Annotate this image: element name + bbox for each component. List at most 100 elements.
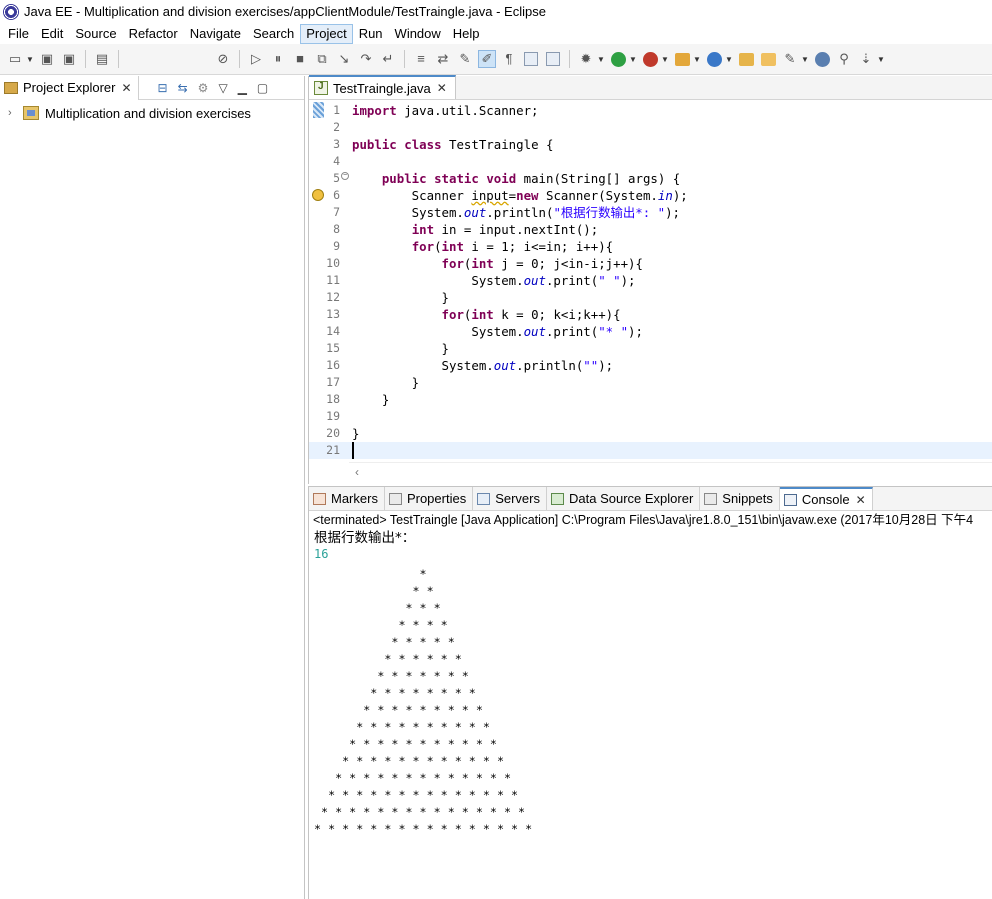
tree-item-project[interactable]: › Multiplication and division exercises — [8, 104, 304, 122]
tab-editor-label: TestTraingle.java — [333, 80, 431, 96]
code-text: public class TestTraingle { — [352, 137, 554, 152]
pin-icon[interactable]: ✎ — [456, 50, 474, 68]
open-console-icon[interactable]: ▤ — [93, 50, 111, 68]
globe-icon[interactable] — [813, 50, 831, 68]
menu-source[interactable]: Source — [69, 24, 122, 44]
console-input-value: 16 — [314, 547, 329, 561]
word-wrap-icon[interactable] — [544, 50, 562, 68]
toggle-mark-icon[interactable]: ⇄ — [434, 50, 452, 68]
code-line: 20} — [309, 425, 992, 442]
close-icon[interactable]: ✕ — [121, 81, 131, 95]
code-line: 9 for(int i = 1; i<=in; i++){ — [309, 238, 992, 255]
code-line: 14 System.out.print("* "); — [309, 323, 992, 340]
external-tools-dropdown-icon[interactable]: ▼ — [693, 55, 701, 64]
menu-project[interactable]: Project — [300, 23, 353, 44]
highlight-toggle-icon[interactable]: ✐ — [478, 50, 496, 68]
line-number: 3 — [333, 137, 340, 151]
search-tool-icon[interactable]: ✎ — [781, 50, 799, 68]
new-server-dropdown-icon[interactable]: ▼ — [725, 55, 733, 64]
run-icon[interactable] — [609, 50, 627, 68]
debug-dropdown-icon[interactable]: ▼ — [597, 55, 605, 64]
code-line: 15 } — [309, 340, 992, 357]
project-explorer-icon — [4, 81, 18, 94]
menu-navigate[interactable]: Navigate — [184, 24, 247, 44]
menu-run[interactable]: Run — [353, 24, 389, 44]
menu-file[interactable]: File — [2, 24, 35, 44]
data-source-icon — [551, 492, 564, 505]
tab-snippets[interactable]: Snippets — [700, 487, 780, 510]
code-text: for(int j = 0; j<in-i;j++){ — [441, 256, 643, 271]
java-project-icon — [23, 106, 39, 120]
save-icon[interactable]: ▣ — [38, 50, 56, 68]
tab-data-source-explorer[interactable]: Data Source Explorer — [547, 487, 701, 510]
view-menu-icon[interactable]: ▽ — [218, 81, 227, 95]
tab-console[interactable]: Console ✕ — [779, 487, 873, 510]
line-number: 20 — [326, 426, 340, 440]
debug-icon[interactable]: ✹ — [577, 50, 595, 68]
collapse-all-icon[interactable]: ⊟ — [158, 81, 168, 95]
tab-project-explorer-label: Project Explorer — [23, 80, 116, 95]
code-text-area[interactable]: − 1 import java.util.Scanner; 2 3 public c… — [309, 102, 992, 462]
search-tool-dropdown-icon[interactable]: ▼ — [801, 55, 809, 64]
open-type-icon[interactable] — [737, 50, 755, 68]
code-line: 6 Scanner input=new Scanner(System.in); — [309, 187, 992, 204]
menu-refactor[interactable]: Refactor — [123, 24, 184, 44]
suspend-icon[interactable]: ⏸ — [269, 50, 287, 68]
tab-servers[interactable]: Servers — [473, 487, 547, 510]
menu-help[interactable]: Help — [447, 24, 486, 44]
code-text: } — [352, 290, 449, 305]
maximize-icon[interactable]: ▢ — [257, 81, 268, 95]
link-icon[interactable]: ⚲ — [835, 50, 853, 68]
code-line: 12 } — [309, 289, 992, 306]
menu-window[interactable]: Window — [389, 24, 447, 44]
link-with-editor-icon[interactable]: ⇆ — [178, 81, 188, 95]
open-folder-icon[interactable] — [759, 50, 777, 68]
show-whitespace-icon[interactable]: ¶ — [500, 50, 518, 68]
run-dropdown-icon[interactable]: ▼ — [629, 55, 637, 64]
chevron-right-icon[interactable]: › — [8, 107, 18, 119]
block-selection-icon[interactable] — [522, 50, 540, 68]
tab-markers[interactable]: Markers — [309, 487, 385, 510]
line-number: 13 — [326, 307, 340, 321]
new-dropdown-icon[interactable]: ▼ — [26, 55, 34, 64]
new-icon[interactable]: ▭ — [6, 50, 24, 68]
run-server-icon[interactable] — [641, 50, 659, 68]
line-number: 4 — [333, 154, 340, 168]
close-icon[interactable]: ✕ — [437, 81, 447, 95]
code-text: int in = input.nextInt(); — [411, 222, 599, 237]
code-text: } — [352, 375, 420, 390]
filters-icon[interactable]: ⚙ — [198, 81, 209, 95]
minimize-icon[interactable]: ▁ — [238, 81, 247, 95]
close-icon[interactable]: ✕ — [856, 493, 866, 507]
code-text: public static void main(String[] args) { — [381, 171, 681, 186]
skip-breakpoints-icon[interactable]: ⊘ — [214, 50, 232, 68]
resume-icon[interactable]: ▷ — [247, 50, 265, 68]
external-tools-icon[interactable] — [673, 50, 691, 68]
tab-testtraingle-java[interactable]: TestTraingle.java ✕ — [309, 75, 456, 99]
menu-edit[interactable]: Edit — [35, 24, 69, 44]
step-return-icon[interactable]: ↵ — [379, 50, 397, 68]
new-server-icon[interactable] — [705, 50, 723, 68]
menu-search[interactable]: Search — [247, 24, 300, 44]
code-line-current: 21 — [309, 442, 992, 459]
run-server-dropdown-icon[interactable]: ▼ — [661, 55, 669, 64]
terminate-icon[interactable]: ■ — [291, 50, 309, 68]
save-all-icon[interactable]: ▣ — [60, 50, 78, 68]
tab-properties[interactable]: Properties — [385, 487, 474, 510]
horizontal-scrollbar[interactable]: ‹ — [349, 462, 992, 482]
next-edit-dropdown-icon[interactable]: ▼ — [877, 55, 885, 64]
next-annotation-icon[interactable]: ≡ — [412, 50, 430, 68]
next-edit-icon[interactable]: ⇣ — [857, 50, 875, 68]
step-over-icon[interactable]: ↷ — [357, 50, 375, 68]
code-text: System.out.println("根据行数输出*: "); — [352, 205, 681, 220]
disconnect-icon[interactable]: ⧉ — [313, 50, 331, 68]
tab-project-explorer[interactable]: Project Explorer ✕ — [0, 75, 139, 100]
toolbar-divider — [404, 50, 405, 68]
line-number: 8 — [333, 222, 340, 236]
chevron-left-icon[interactable]: ‹ — [355, 465, 359, 479]
step-into-icon[interactable]: ↘ — [335, 50, 353, 68]
code-text: import java.util.Scanner; — [352, 103, 539, 118]
editor-tabbar: TestTraingle.java ✕ — [309, 75, 992, 100]
properties-icon — [388, 492, 402, 505]
code-line: 11 System.out.print(" "); — [309, 272, 992, 289]
